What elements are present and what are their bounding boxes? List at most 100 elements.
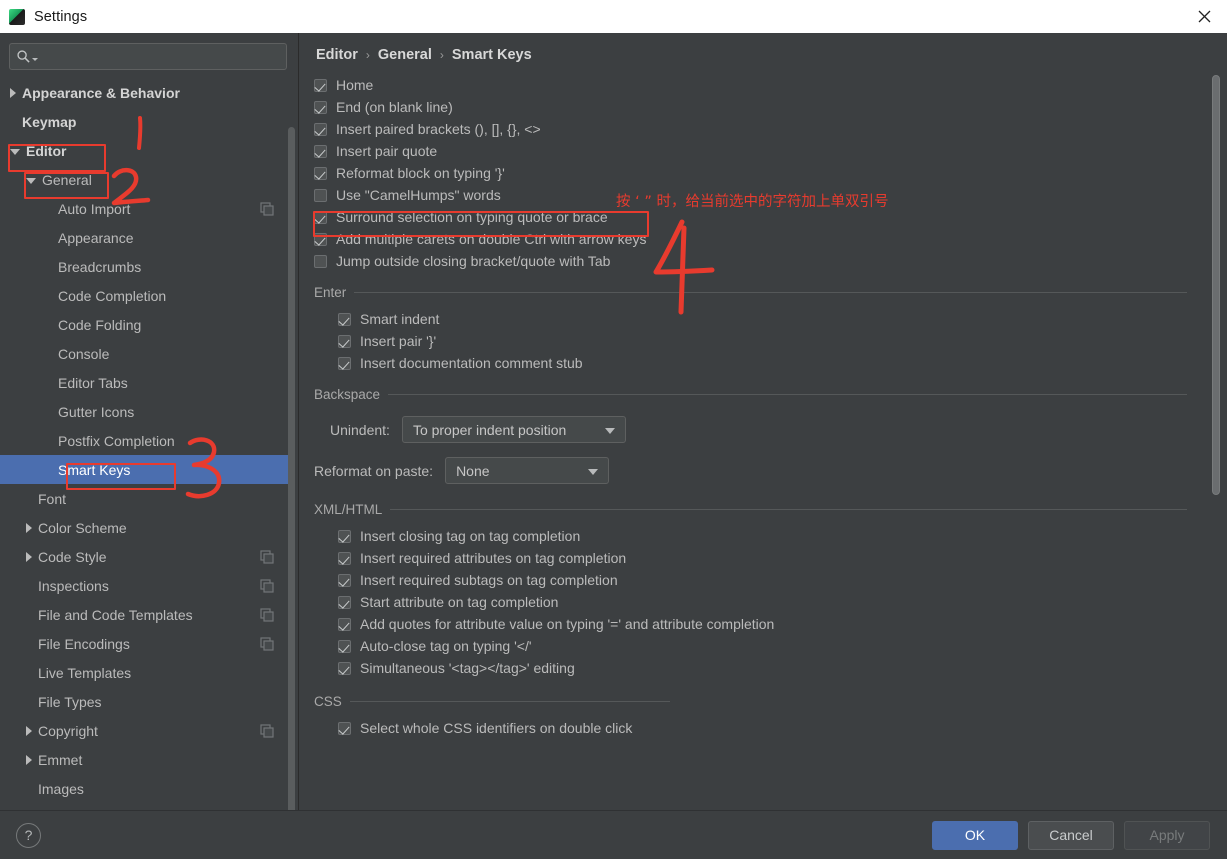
xml-html-option-label: Insert required subtags on tag completio…	[360, 572, 618, 588]
copy-icon[interactable]	[260, 636, 274, 651]
enter-option-row[interactable]: Insert pair '}'	[338, 330, 1227, 352]
checkbox-checked-icon[interactable]	[314, 166, 327, 180]
checkbox-checked-icon[interactable]	[338, 529, 351, 543]
chevron-right-icon[interactable]	[26, 551, 32, 562]
sidebar-item-inspections[interactable]: Inspections	[0, 571, 288, 600]
checkbox-checked-icon[interactable]	[338, 573, 351, 587]
smart-keys-option-row[interactable]: Add multiple carets on double Ctrl with …	[314, 228, 1227, 250]
copy-icon[interactable]	[260, 578, 274, 593]
checkbox-checked-icon[interactable]	[338, 617, 351, 631]
apply-button[interactable]: Apply	[1124, 820, 1210, 850]
sidebar-item-appearance-behavior[interactable]: Appearance & Behavior	[0, 78, 288, 107]
smart-keys-option-row[interactable]: Home	[314, 74, 1227, 96]
checkbox-checked-icon[interactable]	[338, 595, 351, 609]
sidebar-item-code-style[interactable]: Code Style	[0, 542, 288, 571]
checkbox-checked-icon[interactable]	[338, 661, 351, 675]
sidebar-item-copyright[interactable]: Copyright	[0, 716, 288, 745]
enter-option-label: Smart indent	[360, 311, 440, 327]
sidebar-item-label: Live Templates	[38, 664, 132, 681]
xml-html-option-row[interactable]: Insert required attributes on tag comple…	[338, 547, 1227, 569]
enter-option-row[interactable]: Smart indent	[338, 308, 1227, 330]
breadcrumb-part[interactable]: Editor	[316, 47, 358, 63]
checkbox-checked-icon[interactable]	[314, 78, 327, 92]
checkbox-checked-icon[interactable]	[338, 721, 351, 735]
sidebar-item-breadcrumbs[interactable]: Breadcrumbs	[0, 252, 288, 281]
copy-icon[interactable]	[260, 201, 274, 216]
sidebar-scrollbar-thumb[interactable]	[288, 127, 295, 859]
sidebar-item-code-completion[interactable]: Code Completion	[0, 281, 288, 310]
search-input[interactable]	[38, 49, 280, 64]
xml-html-option-row[interactable]: Insert required subtags on tag completio…	[338, 569, 1227, 591]
checkbox-unchecked-icon[interactable]	[314, 254, 327, 268]
sidebar-item-label: Keymap	[22, 113, 77, 130]
sidebar-item-file-types[interactable]: File Types	[0, 687, 288, 716]
sidebar-scrollbar-track[interactable]	[288, 79, 297, 859]
chevron-right-icon[interactable]	[26, 725, 32, 736]
sidebar-item-editor[interactable]: Editor	[0, 136, 288, 165]
sidebar-item-editor-tabs[interactable]: Editor Tabs	[0, 368, 288, 397]
sidebar-item-console[interactable]: Console	[0, 339, 288, 368]
xml-html-option-row[interactable]: Simultaneous '<tag></tag>' editing	[338, 657, 1227, 679]
checkbox-checked-icon[interactable]	[338, 334, 351, 348]
xml-html-option-row[interactable]: Start attribute on tag completion	[338, 591, 1227, 613]
sidebar-item-font[interactable]: Font	[0, 484, 288, 513]
chevron-right-icon[interactable]	[10, 87, 16, 98]
sidebar-item-postfix-completion[interactable]: Postfix Completion	[0, 426, 288, 455]
sidebar-item-color-scheme[interactable]: Color Scheme	[0, 513, 288, 542]
sidebar-item-general[interactable]: General	[0, 165, 288, 194]
sidebar-item-code-folding[interactable]: Code Folding	[0, 310, 288, 339]
checkbox-checked-icon[interactable]	[338, 551, 351, 565]
css-option-row[interactable]: Select whole CSS identifiers on double c…	[338, 717, 1227, 739]
checkbox-checked-icon[interactable]	[314, 122, 327, 136]
content-scrollbar-track[interactable]	[1212, 39, 1224, 804]
sidebar-item-smart-keys[interactable]: Smart Keys	[0, 455, 288, 484]
copy-icon[interactable]	[260, 549, 274, 564]
reformat-on-paste-select[interactable]: None	[445, 457, 610, 484]
xml-html-option-row[interactable]: Auto-close tag on typing '</'	[338, 635, 1227, 657]
sidebar-item-appearance[interactable]: Appearance	[0, 223, 288, 252]
smart-keys-option-row[interactable]: Use "CamelHumps" words	[314, 184, 1227, 206]
sidebar-item-keymap[interactable]: Keymap	[0, 107, 288, 136]
unindent-select[interactable]: To proper indent position	[401, 416, 626, 443]
smart-keys-option-row[interactable]: Jump outside closing bracket/quote with …	[314, 250, 1227, 272]
dialog-footer: ? OK Cancel Apply	[0, 810, 1227, 859]
smart-keys-option-row[interactable]: Insert pair quote	[314, 140, 1227, 162]
chevron-right-icon[interactable]	[26, 522, 32, 533]
smart-keys-option-row[interactable]: Reformat block on typing '}'	[314, 162, 1227, 184]
close-icon[interactable]	[1181, 0, 1227, 33]
cancel-button[interactable]: Cancel	[1028, 820, 1114, 850]
sidebar-item-file-encodings[interactable]: File Encodings	[0, 629, 288, 658]
xml-html-option-row[interactable]: Add quotes for attribute value on typing…	[338, 613, 1227, 635]
smart-keys-option-row[interactable]: Insert paired brackets (), [], {}, <>	[314, 118, 1227, 140]
chevron-right-icon[interactable]	[26, 754, 32, 765]
enter-group-title: Enter	[314, 285, 347, 300]
checkbox-unchecked-icon[interactable]	[314, 188, 327, 202]
chevron-down-icon[interactable]	[26, 178, 36, 184]
sidebar-item-auto-import[interactable]: Auto Import	[0, 194, 288, 223]
checkbox-checked-icon[interactable]	[338, 356, 351, 370]
checkbox-checked-icon[interactable]	[338, 639, 351, 653]
breadcrumb-part[interactable]: Smart Keys	[452, 47, 532, 63]
sidebar-item-gutter-icons[interactable]: Gutter Icons	[0, 397, 288, 426]
breadcrumb-part[interactable]: General	[378, 47, 432, 63]
checkbox-checked-icon[interactable]	[314, 210, 327, 224]
checkbox-checked-icon[interactable]	[338, 312, 351, 326]
checkbox-checked-icon[interactable]	[314, 232, 327, 246]
search-box[interactable]	[9, 43, 287, 70]
copy-icon[interactable]	[260, 607, 274, 622]
checkbox-checked-icon[interactable]	[314, 100, 327, 114]
enter-option-row[interactable]: Insert documentation comment stub	[338, 352, 1227, 374]
copy-icon[interactable]	[260, 723, 274, 738]
smart-keys-option-row[interactable]: End (on blank line)	[314, 96, 1227, 118]
content-scrollbar-thumb[interactable]	[1212, 75, 1220, 495]
sidebar-item-images[interactable]: Images	[0, 774, 288, 803]
chevron-down-icon[interactable]	[10, 149, 20, 155]
xml-html-option-row[interactable]: Insert closing tag on tag completion	[338, 525, 1227, 547]
ok-button[interactable]: OK	[932, 820, 1018, 850]
smart-keys-option-row[interactable]: Surround selection on typing quote or br…	[314, 206, 1227, 228]
sidebar-item-file-and-code-templates[interactable]: File and Code Templates	[0, 600, 288, 629]
checkbox-checked-icon[interactable]	[314, 144, 327, 158]
help-button[interactable]: ?	[16, 822, 41, 848]
sidebar-item-emmet[interactable]: Emmet	[0, 745, 288, 774]
sidebar-item-live-templates[interactable]: Live Templates	[0, 658, 288, 687]
